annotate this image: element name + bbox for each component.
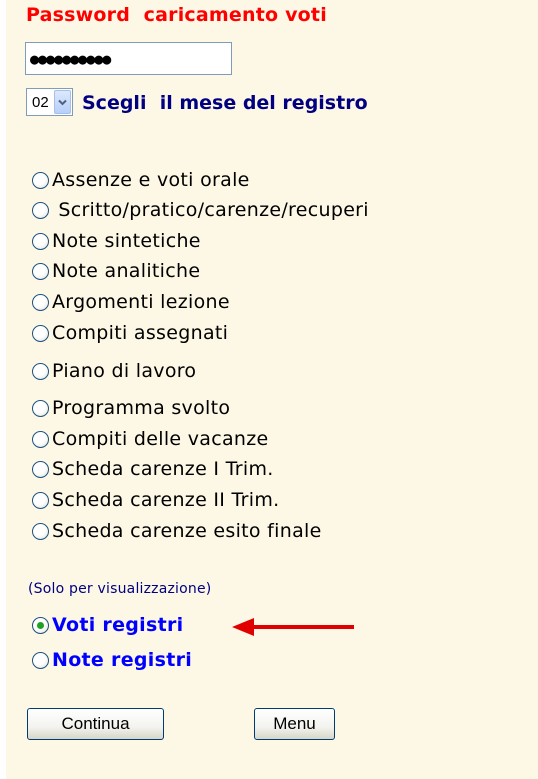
radio-icon[interactable]	[32, 171, 49, 189]
radio-icon[interactable]	[32, 324, 49, 342]
option-label: Note registri	[52, 649, 193, 671]
option-note-analitiche[interactable]: Note analitiche	[32, 259, 200, 283]
radio-icon[interactable]	[32, 491, 49, 509]
month-select-value: 02	[32, 94, 49, 111]
option-label: Scheda carenze II Trim.	[52, 489, 280, 511]
option-compiti-assegnati[interactable]: Compiti assegnati	[32, 321, 228, 345]
radio-icon[interactable]	[32, 430, 49, 448]
password-title: Password caricamento voti	[26, 4, 327, 26]
option-label: Argomenti lezione	[52, 291, 230, 313]
option-argomenti-lezione[interactable]: Argomenti lezione	[32, 290, 230, 314]
option-compiti-vacanze[interactable]: Compiti delle vacanze	[32, 427, 269, 451]
option-scheda-carenze-esito-finale[interactable]: Scheda carenze esito finale	[32, 519, 322, 543]
option-scritto-pratico[interactable]: Scritto/pratico/carenze/recuperi	[32, 198, 369, 222]
option-label: Note analitiche	[52, 260, 201, 282]
continue-button[interactable]: Continua	[27, 708, 164, 740]
option-piano-di-lavoro[interactable]: Piano di lavoro	[32, 359, 196, 383]
radio-icon[interactable]	[32, 362, 49, 380]
option-voti-registri[interactable]: Voti registri	[32, 613, 183, 637]
view-only-note: (Solo per visualizzazione)	[28, 581, 212, 597]
option-note-registri[interactable]: Note registri	[32, 648, 192, 672]
option-label: Scheda carenze I Trim.	[52, 458, 274, 480]
radio-icon[interactable]	[32, 522, 49, 540]
radio-icon[interactable]	[32, 201, 49, 219]
option-label: Compiti assegnati	[52, 322, 229, 344]
option-label: Assenze e voti orale	[52, 169, 250, 191]
password-input[interactable]	[25, 42, 232, 75]
option-assenze-voti-orale[interactable]: Assenze e voti orale	[32, 168, 250, 192]
option-label: Compiti delle vacanze	[52, 428, 269, 450]
month-select[interactable]: 02	[26, 88, 73, 116]
option-label: Programma svolto	[52, 397, 231, 419]
radio-icon[interactable]	[32, 293, 49, 311]
radio-icon[interactable]	[32, 651, 49, 669]
option-note-sintetiche[interactable]: Note sintetiche	[32, 229, 201, 253]
option-programma-svolto[interactable]: Programma svolto	[32, 396, 230, 420]
radio-icon[interactable]	[32, 262, 49, 280]
radio-checked-icon[interactable]	[32, 616, 49, 634]
arrow-left-icon	[232, 618, 354, 636]
option-label: Scheda carenze esito finale	[52, 520, 322, 542]
option-label: Scritto/pratico/carenze/recuperi	[52, 199, 369, 221]
option-label: Note sintetiche	[52, 230, 201, 252]
option-scheda-carenze-i-trim[interactable]: Scheda carenze I Trim.	[32, 457, 274, 481]
option-scheda-carenze-ii-trim[interactable]: Scheda carenze II Trim.	[32, 488, 280, 512]
radio-icon[interactable]	[32, 399, 49, 417]
option-label: Voti registri	[52, 614, 184, 636]
radio-icon[interactable]	[32, 460, 49, 478]
month-label: Scegli il mese del registro	[82, 92, 368, 114]
option-label: Piano di lavoro	[52, 360, 197, 382]
radio-icon[interactable]	[32, 232, 49, 250]
chevron-down-icon[interactable]	[54, 90, 71, 114]
menu-button[interactable]: Menu	[254, 708, 335, 740]
